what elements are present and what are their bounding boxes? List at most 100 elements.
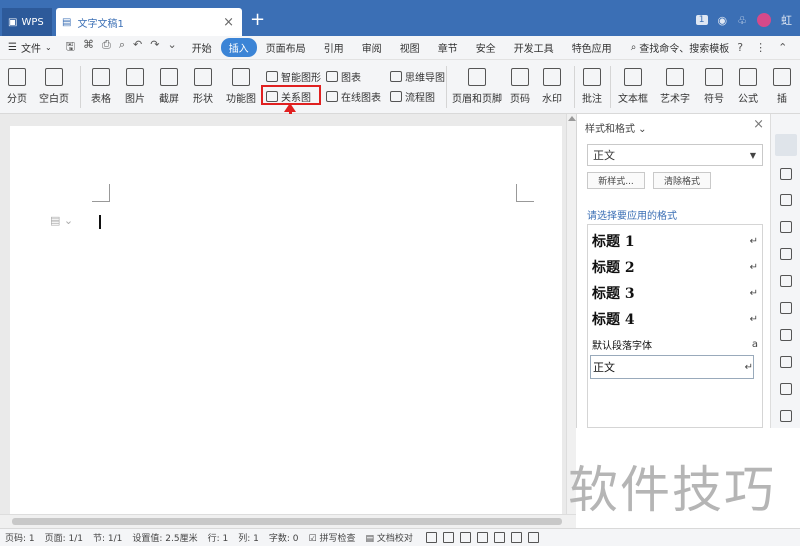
chart-button[interactable]: 图表: [326, 69, 361, 84]
tab-chapter[interactable]: 章节: [429, 38, 467, 57]
current-style-select[interactable]: 正文 ▼: [587, 144, 763, 166]
fullscreen-icon[interactable]: [425, 532, 437, 543]
collapse-ribbon-icon[interactable]: ⌃: [778, 41, 787, 54]
style-heading-4[interactable]: 标题 4 ↵: [592, 309, 758, 329]
star-icon[interactable]: [780, 275, 792, 287]
function-chart-button[interactable]: 功能图: [224, 60, 258, 105]
paragraph-icon[interactable]: ▤ ⌄: [50, 214, 73, 227]
save-icon[interactable]: 🖫: [66, 38, 75, 57]
reading-view-icon[interactable]: [527, 532, 539, 543]
status-page-number[interactable]: 页码: 1: [0, 531, 40, 544]
page-count-badge[interactable]: 1: [695, 15, 708, 25]
select-icon[interactable]: [780, 168, 792, 180]
styles-pane-icon[interactable]: [775, 134, 797, 156]
redo-icon[interactable]: ↷: [150, 38, 159, 57]
protect-icon[interactable]: [442, 532, 454, 543]
tab-document[interactable]: ▤ 文字文稿1 ×: [56, 8, 242, 36]
status-word-count[interactable]: 字数: 0: [264, 531, 304, 544]
picture-button[interactable]: 图片: [122, 60, 148, 105]
tab-wps-home[interactable]: ▣ WPS: [2, 8, 52, 36]
tab-developer[interactable]: 开发工具: [505, 38, 563, 57]
avatar[interactable]: [757, 13, 771, 27]
style-default-font[interactable]: 默认段落字体 a: [592, 337, 758, 352]
more-icon[interactable]: ⌄: [167, 38, 176, 57]
tab-view[interactable]: 视图: [391, 38, 429, 57]
new-tab-button[interactable]: +: [250, 10, 265, 30]
tab-insert[interactable]: 插入: [220, 38, 257, 57]
chevron-down-icon: ⌄: [44, 43, 52, 52]
smart-art-icon: [266, 71, 278, 82]
style-heading-3[interactable]: 标题 3 ↵: [592, 283, 758, 303]
watermark-button[interactable]: 水印: [540, 60, 564, 105]
download-icon[interactable]: [780, 410, 792, 422]
more-options-icon[interactable]: ⋮: [755, 41, 766, 54]
picture-icon: [126, 68, 144, 86]
status-line[interactable]: 行: 1: [203, 531, 234, 544]
user-name[interactable]: 虹: [781, 12, 792, 28]
scroll-thumb[interactable]: [12, 518, 562, 525]
screenshot-button[interactable]: 截屏: [156, 60, 182, 105]
blank-page-button[interactable]: 空白页: [36, 60, 72, 105]
status-pages[interactable]: 页面: 1/1: [40, 531, 88, 544]
clear-format-button[interactable]: 清除格式: [653, 172, 711, 189]
help-icon[interactable]: ?: [737, 41, 743, 54]
tab-page-layout[interactable]: 页面布局: [257, 38, 315, 57]
status-section[interactable]: 节: 1/1: [88, 531, 127, 544]
style-heading-2[interactable]: 标题 2 ↵: [592, 257, 758, 277]
outline-view-icon[interactable]: [493, 532, 505, 543]
status-setting[interactable]: 设置值: 2.5厘米: [127, 531, 202, 544]
archive-icon[interactable]: [780, 356, 792, 368]
spell-check-button[interactable]: ☑ 拼写检查: [304, 531, 361, 544]
file-menu[interactable]: ☰ 文件 ⌄: [0, 40, 60, 55]
text-box-button[interactable]: 文本框: [616, 60, 650, 105]
doc-proofread-label: 文档校对: [376, 534, 413, 544]
shapes-button[interactable]: 形状: [190, 60, 216, 105]
shapes-pane-icon[interactable]: [780, 194, 792, 206]
tab-start[interactable]: 开始: [183, 38, 221, 57]
smart-art-button[interactable]: 智能图形: [266, 69, 321, 84]
format-painter-icon[interactable]: ⌘: [83, 38, 94, 57]
tab-review[interactable]: 审阅: [353, 38, 391, 57]
print-icon[interactable]: ⎙: [102, 38, 111, 57]
insert-more-button[interactable]: 插: [772, 60, 792, 105]
table-button[interactable]: 表格: [88, 60, 114, 105]
online-chart-button[interactable]: 在线图表: [326, 89, 381, 104]
image-icon[interactable]: [780, 383, 792, 395]
flowchart-button[interactable]: 流程图: [390, 89, 435, 104]
shirt-icon[interactable]: ♧: [737, 14, 747, 27]
page-break-button[interactable]: 分页: [4, 60, 30, 105]
new-style-button[interactable]: 新样式...: [587, 172, 645, 189]
page-number-button[interactable]: 页码: [508, 60, 532, 105]
symbol-button[interactable]: 符号: [702, 60, 726, 105]
blank-page-label: 空白页: [39, 94, 69, 105]
properties-icon[interactable]: [780, 221, 792, 233]
command-search[interactable]: ⌕ 查找命令、搜索模板: [631, 40, 730, 55]
library-icon[interactable]: [780, 248, 792, 260]
style-normal[interactable]: 正文 ↵: [590, 355, 754, 379]
close-tab-button[interactable]: ×: [223, 15, 234, 30]
close-icon[interactable]: ×: [753, 117, 764, 132]
doc-proofread-button[interactable]: ▤ 文档校对: [360, 531, 417, 544]
tab-special[interactable]: 特色应用: [563, 38, 621, 57]
horizontal-scrollbar[interactable]: [0, 514, 576, 528]
tab-references[interactable]: 引用: [315, 38, 353, 57]
scroll-up-icon[interactable]: [568, 116, 576, 121]
skin-icon[interactable]: ◉: [718, 14, 728, 27]
undo-icon[interactable]: ↶: [133, 38, 142, 57]
style-heading-1[interactable]: 标题 1 ↵: [592, 231, 758, 251]
comment-button[interactable]: 批注: [580, 60, 604, 105]
document-page[interactable]: ▤ ⌄: [10, 126, 562, 516]
print-preview-icon[interactable]: ⌕: [119, 38, 125, 57]
word-art-button[interactable]: 艺术字: [658, 60, 692, 105]
header-footer-button[interactable]: 页眉和页脚: [452, 60, 502, 105]
web-view-icon[interactable]: [510, 532, 522, 543]
function-chart-label: 功能图: [226, 94, 256, 105]
formula-button[interactable]: 公式: [736, 60, 760, 105]
status-column[interactable]: 列: 1: [233, 531, 264, 544]
mind-map-button[interactable]: 思维导图: [390, 69, 445, 84]
translate-icon[interactable]: [780, 329, 792, 341]
page-view-icon[interactable]: [476, 532, 488, 543]
share-icon[interactable]: [780, 302, 792, 314]
tab-security[interactable]: 安全: [467, 38, 505, 57]
pen-icon[interactable]: [459, 532, 471, 543]
